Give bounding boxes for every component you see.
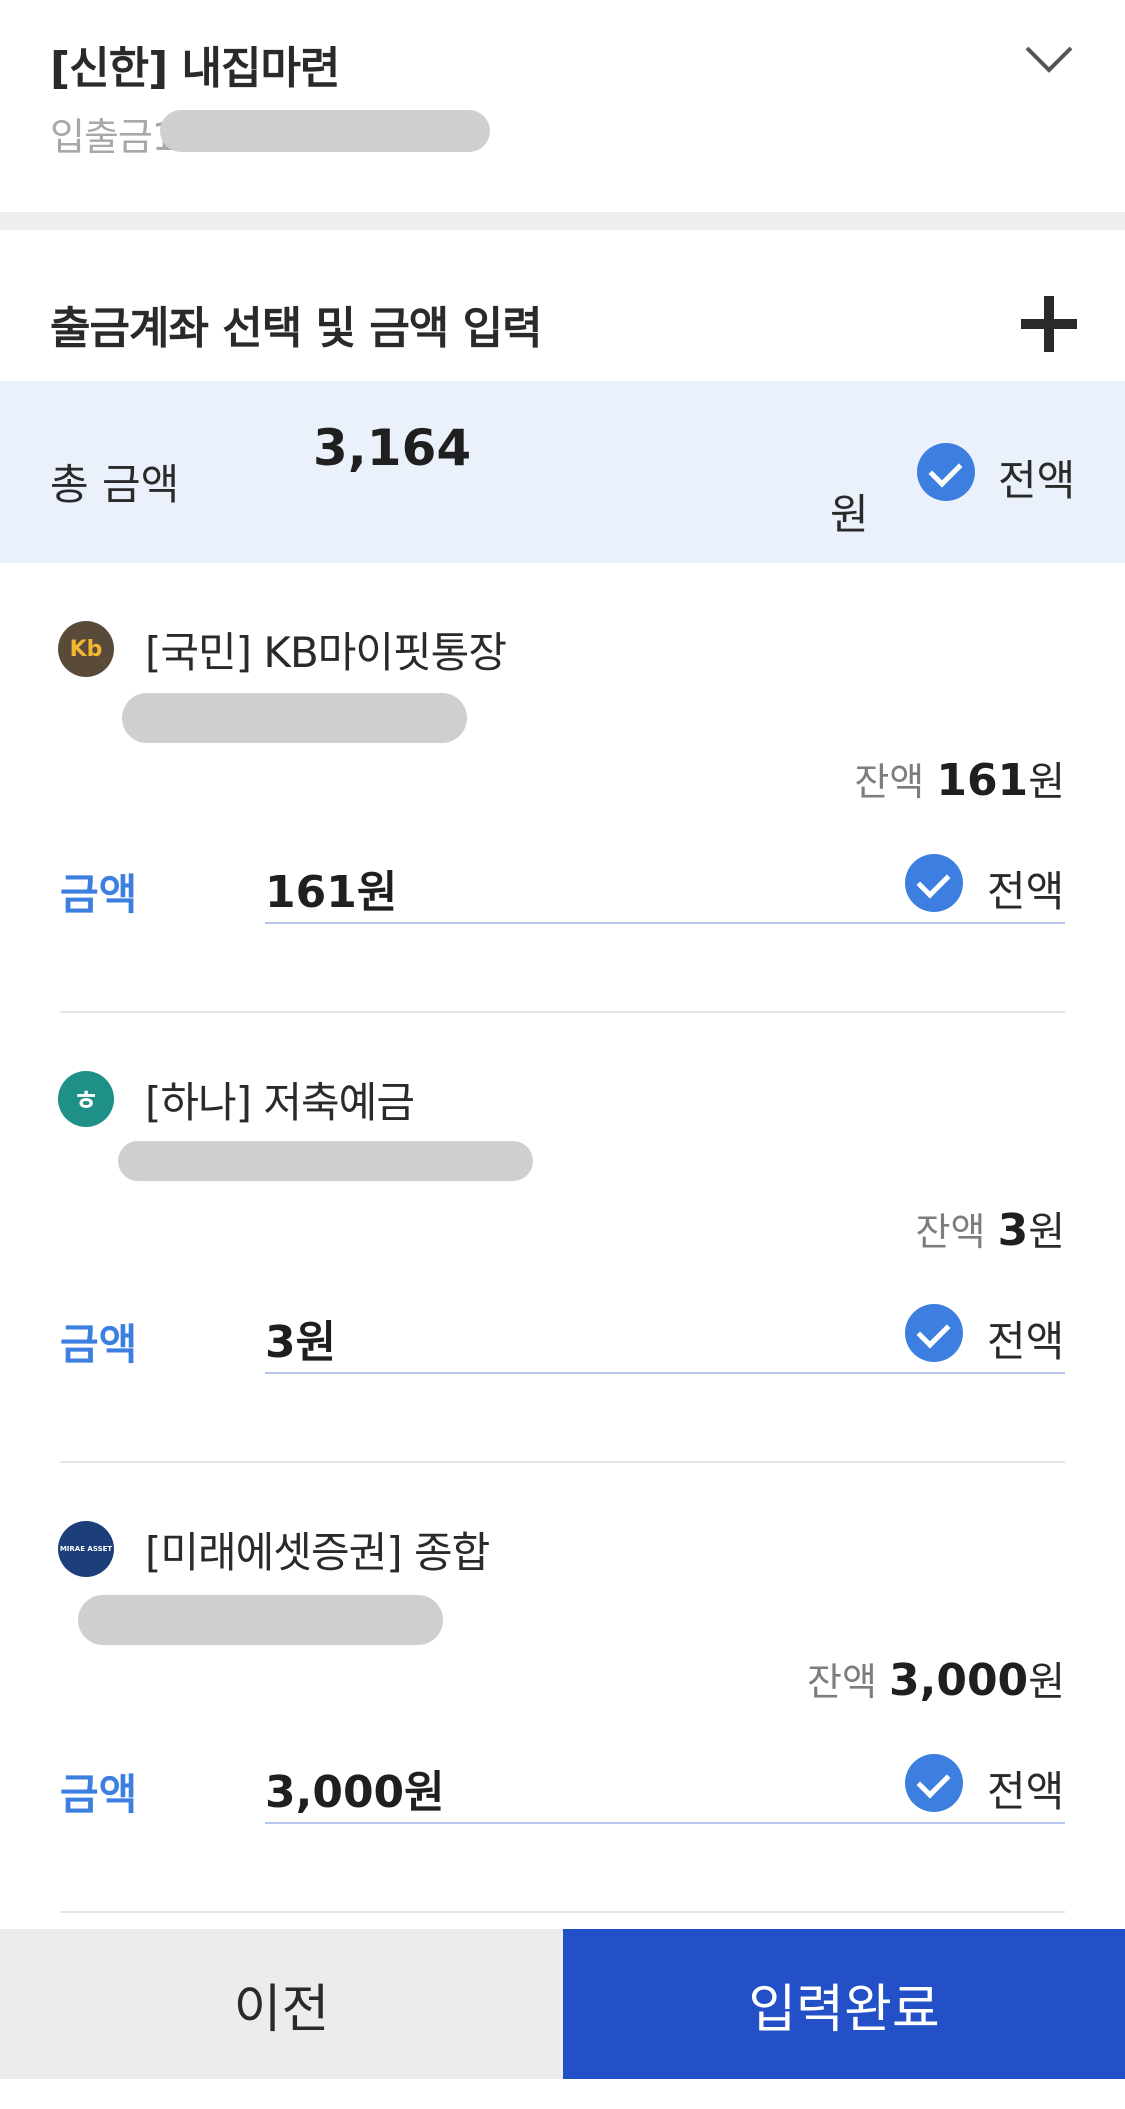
balance-unit: 원 bbox=[1028, 1659, 1065, 1705]
logo-text: Kb bbox=[69, 636, 103, 662]
total-all-label[interactable]: 전액 bbox=[998, 447, 1075, 508]
total-amount-bar: 총 금액 3,164 원 전액 bbox=[0, 381, 1125, 563]
redaction-mark bbox=[160, 110, 490, 152]
check-icon[interactable] bbox=[905, 1754, 963, 1812]
total-amount-value: 3,164 bbox=[313, 419, 472, 477]
card-divider bbox=[60, 1911, 1065, 1913]
amount-value[interactable]: 161원 bbox=[265, 856, 397, 920]
bank-account-name: [국민] KB마이핏통장 bbox=[145, 628, 507, 677]
total-unit: 원 bbox=[830, 490, 869, 539]
balance-label: 잔액 bbox=[806, 1660, 877, 1704]
all-amount-label[interactable]: 전액 bbox=[987, 858, 1064, 919]
section-divider bbox=[0, 212, 1125, 230]
check-icon[interactable] bbox=[905, 1304, 963, 1362]
all-amount-label[interactable]: 전액 bbox=[987, 1758, 1064, 1819]
balance-label: 잔액 bbox=[915, 1210, 986, 1254]
bank-account-name: [하나] 저축예금 bbox=[145, 1078, 415, 1127]
check-icon[interactable] bbox=[917, 443, 975, 501]
withdraw-account-card: Kb [국민] KB마이핏통장 잔액 161원 금액 161원 전액 bbox=[0, 563, 1125, 1013]
redaction-mark bbox=[118, 1141, 533, 1181]
check-icon[interactable] bbox=[905, 854, 963, 912]
balance-value: 3,000 bbox=[889, 1655, 1029, 1706]
deposit-account-name: [신한] 내집마련 bbox=[50, 43, 340, 94]
logo-text: MIRAE ASSET bbox=[59, 1545, 113, 1553]
amount-value[interactable]: 3원 bbox=[265, 1306, 336, 1370]
mirae-asset-logo-icon: MIRAE ASSET bbox=[58, 1521, 114, 1577]
prev-button[interactable]: 이전 bbox=[0, 1929, 563, 2079]
balance-value: 161 bbox=[936, 755, 1029, 806]
amount-label: 금액 bbox=[60, 1770, 138, 1819]
all-amount-label[interactable]: 전액 bbox=[987, 1308, 1064, 1369]
add-account-button[interactable] bbox=[1021, 296, 1077, 352]
withdraw-account-card: MIRAE ASSET [미래에셋증권] 종합 잔액 3,000원 금액 3,0… bbox=[0, 1463, 1125, 1913]
balance-value: 3 bbox=[997, 1205, 1029, 1256]
complete-button[interactable]: 입력완료 bbox=[563, 1929, 1125, 2079]
chevron-down-icon[interactable] bbox=[1023, 38, 1075, 78]
redaction-mark bbox=[122, 693, 467, 743]
bank-account-name: [미래에셋증권] 종합 bbox=[145, 1528, 490, 1577]
amount-value[interactable]: 3,000원 bbox=[265, 1756, 445, 1820]
balance-unit: 원 bbox=[1028, 1209, 1065, 1255]
logo-text: ㅎ bbox=[73, 1084, 99, 1117]
amount-input[interactable]: 3,000원 전액 bbox=[265, 1746, 1065, 1824]
section-title: 출금계좌 선택 및 금액 입력 bbox=[50, 303, 543, 354]
amount-input[interactable]: 161원 전액 bbox=[265, 846, 1065, 924]
amount-label: 금액 bbox=[60, 1320, 138, 1369]
hana-bank-logo-icon: ㅎ bbox=[58, 1071, 114, 1127]
balance-row: 잔액 161원 bbox=[854, 749, 1065, 807]
balance-unit: 원 bbox=[1028, 759, 1065, 805]
balance-label: 잔액 bbox=[854, 760, 925, 804]
kb-bank-logo-icon: Kb bbox=[58, 621, 114, 677]
balance-row: 잔액 3원 bbox=[916, 1199, 1065, 1257]
amount-label: 금액 bbox=[60, 870, 138, 919]
balance-row: 잔액 3,000원 bbox=[807, 1649, 1065, 1707]
bottom-safe-area bbox=[0, 2079, 1125, 2109]
total-label: 총 금액 bbox=[50, 460, 180, 509]
selected-deposit-account[interactable]: [신한] 내집마련 입출금110- bbox=[0, 0, 1125, 212]
withdraw-account-card: ㅎ [하나] 저축예금 잔액 3원 금액 3원 전액 bbox=[0, 1013, 1125, 1463]
amount-input[interactable]: 3원 전액 bbox=[265, 1296, 1065, 1374]
redaction-mark bbox=[78, 1595, 443, 1645]
